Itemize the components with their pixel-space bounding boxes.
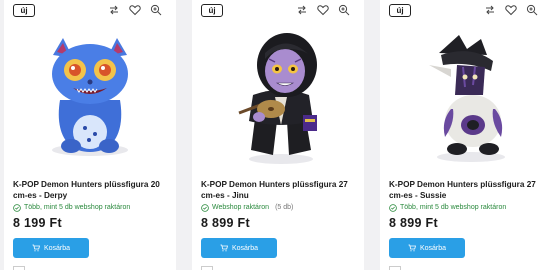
product-title[interactable]: K-POP Demon Hunters plüssfigura 27 cm-es… <box>389 179 544 201</box>
product-card[interactable]: új K-POP Demon Hunters plüssfigura 20 cm… <box>4 0 176 270</box>
add-to-cart-button[interactable]: Kosárba <box>389 238 465 258</box>
card-actions <box>484 4 538 16</box>
new-badge: új <box>201 4 223 17</box>
product-image[interactable] <box>192 22 364 168</box>
zoom-in-icon[interactable] <box>338 4 350 16</box>
cart-icon <box>32 244 40 252</box>
stock-status: Több, mint 5 db webshop raktáron <box>13 203 130 213</box>
product-card[interactable]: új K-POP Demon Hunters plüssfigura 27 cm… <box>380 0 550 270</box>
add-to-cart-button[interactable]: Kosárba <box>201 238 277 258</box>
card-actions <box>108 4 162 16</box>
check-circle-icon <box>13 204 21 212</box>
cart-label: Kosárba <box>419 244 447 252</box>
zoom-in-icon[interactable] <box>150 4 162 16</box>
stock-status: Több, mint 5 db webshop raktáron <box>389 203 506 213</box>
product-image[interactable] <box>4 22 176 168</box>
cart-icon <box>220 244 228 252</box>
product-title[interactable]: K-POP Demon Hunters plüssfigura 27 cm-es… <box>201 179 356 201</box>
cart-label: Kosárba <box>231 244 259 252</box>
check-circle-icon <box>201 204 209 212</box>
derpy-plush-image <box>52 38 128 156</box>
cart-label: Kosárba <box>43 244 71 252</box>
card-footer-edge <box>201 266 213 270</box>
product-price: 8 899 Ft <box>389 216 438 230</box>
heart-icon[interactable] <box>129 4 141 16</box>
new-badge: új <box>13 4 35 17</box>
check-circle-icon <box>389 204 397 212</box>
product-title[interactable]: K-POP Demon Hunters plüssfigura 20 cm-es… <box>13 179 168 201</box>
stock-text: Több, mint 5 db webshop raktáron <box>400 204 507 211</box>
stock-status: Webshop raktáron (5 db) <box>201 203 293 213</box>
heart-icon[interactable] <box>505 4 517 16</box>
zoom-in-icon[interactable] <box>526 4 538 16</box>
sussie-plush-image <box>429 35 505 162</box>
compare-arrows-icon[interactable] <box>108 4 120 16</box>
stock-text: Több, mint 5 db webshop raktáron <box>24 204 131 211</box>
stock-text: Webshop raktáron <box>212 204 270 211</box>
product-price: 8 899 Ft <box>201 216 250 230</box>
add-to-cart-button[interactable]: Kosárba <box>13 238 89 258</box>
stock-count: (5 db) <box>275 204 294 211</box>
compare-arrows-icon[interactable] <box>296 4 308 16</box>
card-actions <box>296 4 350 16</box>
product-price: 8 199 Ft <box>13 216 62 230</box>
card-footer-edge <box>389 266 401 270</box>
compare-arrows-icon[interactable] <box>484 4 496 16</box>
card-footer-edge <box>13 266 25 270</box>
product-card[interactable]: új K-POP Demon Hunters plüssfigura 27 cm… <box>192 0 364 270</box>
product-image[interactable] <box>380 22 550 168</box>
cart-icon <box>408 244 416 252</box>
new-badge: új <box>389 4 411 17</box>
jinu-plush-image <box>238 33 317 164</box>
product-grid: új K-POP Demon Hunters plüssfigura 20 cm… <box>0 0 550 270</box>
heart-icon[interactable] <box>317 4 329 16</box>
